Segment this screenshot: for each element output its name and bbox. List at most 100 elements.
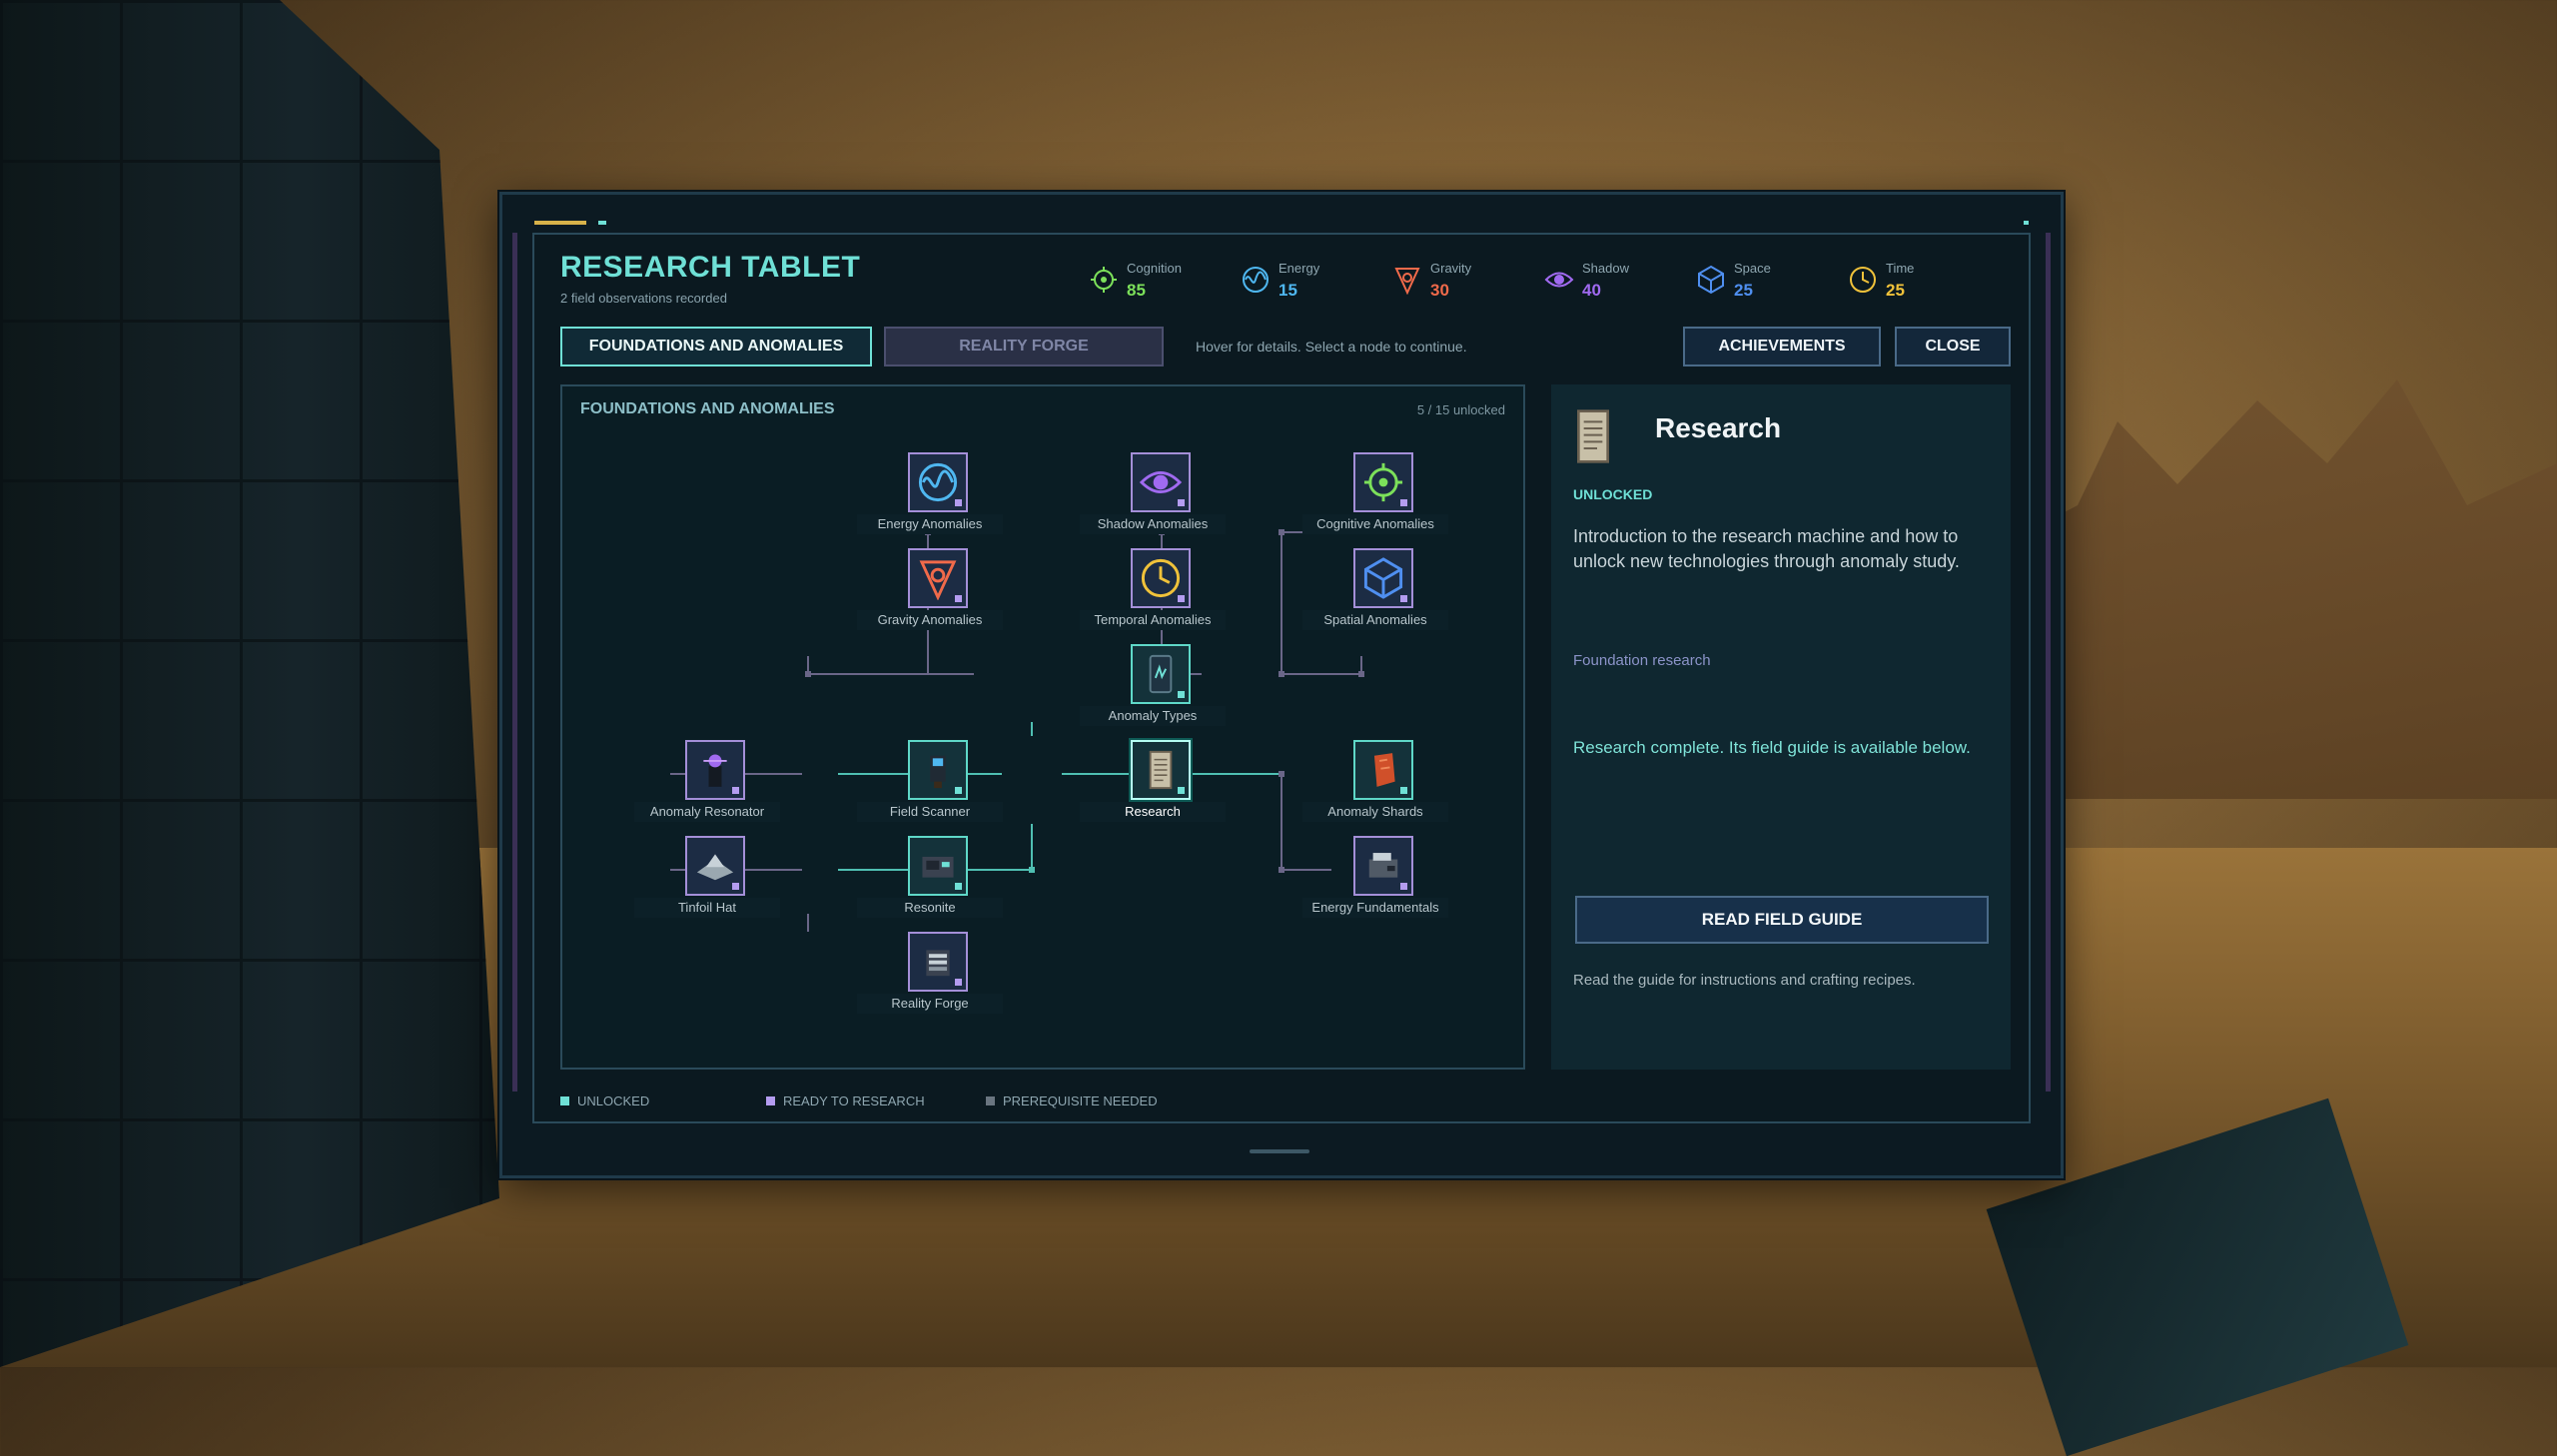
node-anomaly-shards[interactable]: Anomaly Shards: [1302, 740, 1448, 834]
reality-forge-icon: [926, 950, 950, 977]
anomaly-types-icon: [1149, 654, 1173, 694]
legend-ready: READY TO RESEARCH: [766, 1093, 925, 1108]
read-field-guide-button[interactable]: READ FIELD GUIDE: [1575, 896, 1989, 944]
detail-description: Introduction to the research machine and…: [1573, 526, 1960, 571]
node-gravity-anomalies[interactable]: Gravity Anomalies: [857, 548, 1003, 642]
node-reality-forge[interactable]: Reality Forge: [857, 932, 1003, 1026]
detail-category: Foundation research: [1573, 652, 1711, 669]
stat-label: Cognition: [1127, 261, 1182, 276]
research-icon: [1149, 750, 1173, 790]
energy-fundamentals-icon: [1368, 853, 1398, 878]
node-button[interactable]: [908, 452, 968, 512]
close-button[interactable]: CLOSE: [1895, 327, 2011, 366]
node-button[interactable]: [908, 548, 968, 608]
anomaly-shards-icon: [1373, 753, 1395, 787]
stat-value: 40: [1582, 281, 1601, 300]
node-label: Energy Anomalies: [857, 514, 1003, 534]
space-icon: [1363, 557, 1403, 599]
stat-energy: Energy 15: [1241, 257, 1392, 305]
node-energy-fundamentals[interactable]: Energy Fundamentals: [1302, 836, 1448, 930]
detail-title: Research: [1655, 412, 1782, 443]
legend-unlocked: UNLOCKED: [560, 1093, 649, 1108]
node-label: Shadow Anomalies: [1080, 514, 1226, 534]
stat-label: Energy: [1278, 261, 1320, 276]
node-button[interactable]: [1131, 452, 1191, 512]
window-handle[interactable]: [1250, 1149, 1309, 1153]
node-cognitive-anomalies[interactable]: Cognitive Anomalies: [1302, 452, 1448, 546]
node-field-scanner[interactable]: Field Scanner: [857, 740, 1003, 834]
node-label: Tinfoil Hat: [634, 898, 780, 918]
stat-value: 15: [1278, 281, 1297, 300]
node-button[interactable]: [908, 836, 968, 896]
node-label: Reality Forge: [857, 994, 1003, 1014]
node-anomaly-resonator[interactable]: Anomaly Resonator: [634, 740, 780, 834]
node-shadow-anomalies[interactable]: Shadow Anomalies: [1080, 452, 1226, 546]
stats-bar: Cognition 85 Energy 15 Gravity 30 Shadow…: [1089, 257, 2000, 305]
node-button[interactable]: [1131, 740, 1191, 800]
energy-icon: [1243, 267, 1269, 293]
node-button[interactable]: [1353, 740, 1413, 800]
stat-time: Time 25: [1848, 257, 2000, 305]
shadow-icon: [1544, 272, 1574, 288]
energy-icon: [918, 462, 958, 502]
node-label: Research: [1080, 802, 1226, 822]
page-subtitle: 2 field observations recorded: [560, 291, 727, 306]
node-label: Resonite: [857, 898, 1003, 918]
tinfoil-hat-icon: [696, 854, 734, 881]
cognition-icon: [1363, 462, 1403, 502]
node-research[interactable]: Research: [1080, 740, 1226, 834]
node-button[interactable]: [908, 740, 968, 800]
decor-bar: [598, 221, 606, 225]
legend-label: UNLOCKED: [577, 1093, 650, 1108]
node-tinfoil-hat[interactable]: Tinfoil Hat: [634, 836, 780, 930]
node-label: Gravity Anomalies: [857, 610, 1003, 630]
node-button[interactable]: [685, 740, 745, 800]
node-label: Anomaly Resonator: [634, 802, 780, 822]
tab-reality-forge[interactable]: REALITY FORGE: [884, 327, 1164, 366]
node-label: Energy Fundamentals: [1302, 898, 1448, 918]
stat-value: 25: [1734, 281, 1753, 300]
node-label: Anomaly Shards: [1302, 802, 1448, 822]
decor-bar: [2024, 221, 2029, 225]
side-strip: [512, 233, 517, 1092]
background-pillar: [0, 0, 499, 1367]
detail-note: Research complete. Its field guide is av…: [1573, 738, 1971, 757]
node-temporal-anomalies[interactable]: Temporal Anomalies: [1080, 548, 1226, 642]
stat-shadow: Shadow 40: [1544, 257, 1696, 305]
page-title: RESEARCH TABLET: [560, 251, 861, 284]
detail-panel: Research UNLOCKED Introduction to the re…: [1551, 384, 2011, 1070]
legend-label: READY TO RESEARCH: [783, 1093, 925, 1108]
stat-cognition: Cognition 85: [1089, 257, 1241, 305]
stat-label: Shadow: [1582, 261, 1629, 276]
side-strip: [2046, 233, 2051, 1092]
node-label: Spatial Anomalies: [1302, 610, 1448, 630]
node-button[interactable]: [1353, 548, 1413, 608]
decor-bar: [534, 221, 586, 225]
node-resonite[interactable]: Resonite: [857, 836, 1003, 930]
time-icon: [1850, 267, 1876, 293]
shadow-icon: [1139, 471, 1183, 493]
achievements-button[interactable]: ACHIEVEMENTS: [1683, 327, 1881, 366]
node-button[interactable]: [1131, 644, 1191, 704]
legend-label: PREREQUISITE NEEDED: [1003, 1093, 1158, 1108]
stat-label: Gravity: [1430, 261, 1472, 276]
space-icon: [1698, 265, 1724, 295]
anomaly-resonator-icon: [703, 754, 727, 787]
node-label: Cognitive Anomalies: [1302, 514, 1448, 534]
field-scanner-icon: [930, 755, 946, 789]
node-energy-anomalies[interactable]: Energy Anomalies: [857, 452, 1003, 546]
node-button[interactable]: [685, 836, 745, 896]
node-button[interactable]: [908, 932, 968, 992]
tab-foundations-and-anomalies[interactable]: FOUNDATIONS AND ANOMALIES: [560, 327, 872, 366]
node-button[interactable]: [1131, 548, 1191, 608]
time-icon: [1141, 558, 1181, 598]
node-spatial-anomalies[interactable]: Spatial Anomalies: [1302, 548, 1448, 642]
detail-footer: Read the guide for instructions and craf…: [1573, 972, 1916, 989]
legend-prereq: PREREQUISITE NEEDED: [986, 1093, 1158, 1108]
node-anomaly-types[interactable]: Anomaly Types: [1080, 644, 1226, 738]
stat-gravity: Gravity 30: [1392, 257, 1544, 305]
stat-label: Space: [1734, 261, 1771, 276]
node-button[interactable]: [1353, 452, 1413, 512]
node-button[interactable]: [1353, 836, 1413, 896]
stat-label: Time: [1886, 261, 1915, 276]
